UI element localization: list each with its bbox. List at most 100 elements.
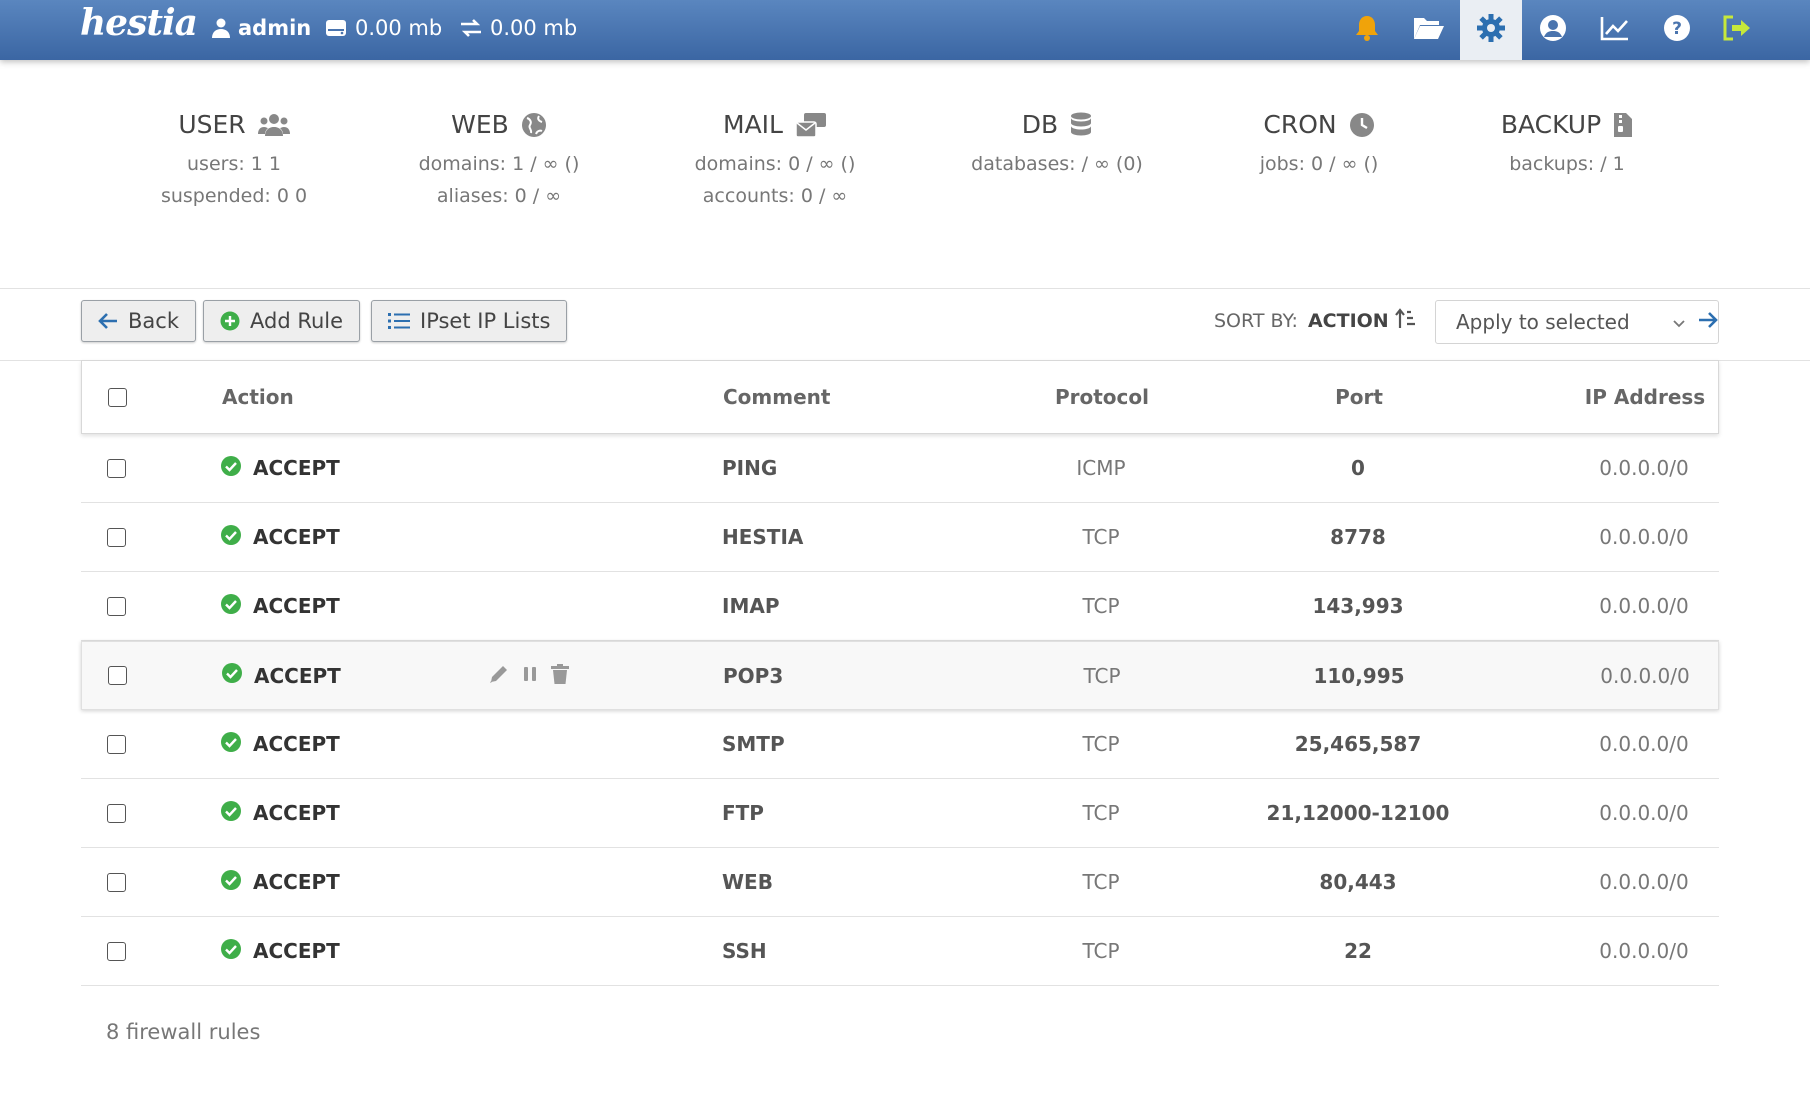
rule-port: 0 [1351,456,1365,480]
row-checkbox[interactable] [107,734,126,754]
rule-comment: SMTP [722,732,785,756]
rule-comment: WEB [722,870,773,894]
stat-web-title: WEB [451,110,509,139]
folder-open-icon [1413,15,1445,45]
rule-port: 143,993 [1312,594,1404,618]
row-checkbox[interactable] [107,941,126,961]
rule-port: 8778 [1330,525,1386,549]
stat-db[interactable]: DB databases: / ∞ (0) [927,110,1187,175]
row-checkbox[interactable] [107,803,126,823]
add-rule-button[interactable]: Add Rule [203,300,361,342]
statistics-button[interactable] [1584,0,1646,60]
svg-text:?: ? [1672,19,1682,39]
rule-ip-address: 0.0.0.0/0 [1599,525,1689,549]
rule-ip-address: 0.0.0.0/0 [1599,801,1689,825]
notifications-button[interactable] [1336,0,1398,60]
gear-icon [1476,13,1506,47]
header-protocol: Protocol [1054,385,1149,409]
stat-user-title: USER [178,110,246,139]
rule-action[interactable]: ACCEPT [253,939,340,963]
sort-by-control[interactable]: SORT BY: ACTION [1214,300,1417,342]
stat-user-suspended: suspended: 0 0 [160,185,308,207]
rule-comment: IMAP [722,594,780,618]
bulk-apply-button[interactable] [1698,310,1718,334]
table-row[interactable]: ACCEPT WEB TCP 80,443 0.0.0.0/0 [81,848,1719,917]
rule-protocol: TCP [1082,870,1120,894]
rule-action[interactable]: ACCEPT [254,664,341,688]
stat-db-databases: databases: / ∞ (0) [971,153,1143,175]
delete-rule-button[interactable] [550,663,570,689]
row-checkbox[interactable] [107,527,126,547]
arrow-left-icon [98,312,118,330]
stat-user[interactable]: USER users: 1 1 suspended: 0 0 [104,110,364,207]
nav-icons: ? [1336,0,1810,60]
table-row[interactable]: ACCEPT SMTP TCP 25,465,587 0.0.0.0/0 [81,710,1719,779]
header-comment: Comment [723,385,831,409]
users-icon [257,112,290,138]
table-row[interactable]: ACCEPT POP3 TCP 110,995 0.0.0.0/0 [81,641,1719,710]
edit-rule-button[interactable] [488,663,510,689]
firewall-rules-table: Action Comment Protocol Port IP Address … [81,360,1719,986]
bell-icon [1354,14,1380,46]
row-checkbox[interactable] [107,872,126,892]
stat-mail-accounts: accounts: 0 / ∞ [702,185,848,207]
toolbar: Back Add Rule IPset IP Lists SORT BY: AC… [0,288,1810,361]
stat-user-users: users: 1 1 [187,153,281,175]
chevron-down-icon [1672,310,1686,334]
bulk-action-select[interactable]: Apply to selected [1435,300,1719,344]
sort-by-label: SORT BY: [1214,310,1298,332]
rule-action[interactable]: ACCEPT [253,594,340,618]
rule-protocol: TCP [1082,525,1120,549]
table-row[interactable]: ACCEPT PING ICMP 0 0.0.0.0/0 [81,434,1719,503]
rule-action[interactable]: ACCEPT [253,870,340,894]
stat-mail-domains: domains: 0 / ∞ () [694,153,856,175]
top-user-name: admin [238,16,312,40]
table-row[interactable]: ACCEPT FTP TCP 21,12000-12100 0.0.0.0/0 [81,779,1719,848]
rule-comment: HESTIA [722,525,804,549]
file-manager-button[interactable] [1398,0,1460,60]
check-circle-icon [221,731,241,757]
rule-action[interactable]: ACCEPT [253,801,340,825]
suspend-rule-button[interactable] [520,664,540,688]
row-actions [488,642,570,709]
user-account-button[interactable] [1522,0,1584,60]
select-all-checkbox[interactable] [108,387,127,407]
stat-cron[interactable]: CRON jobs: 0 / ∞ () [1189,110,1449,175]
rule-action[interactable]: ACCEPT [253,456,340,480]
header-port: Port [1335,385,1383,409]
help-button[interactable]: ? [1646,0,1708,60]
row-checkbox[interactable] [107,596,126,616]
table-row[interactable]: ACCEPT SSH TCP 22 0.0.0.0/0 [81,917,1719,986]
table-row[interactable]: ACCEPT HESTIA TCP 8778 0.0.0.0/0 [81,503,1719,572]
rule-action[interactable]: ACCEPT [253,732,340,756]
stat-web[interactable]: WEB domains: 1 / ∞ () aliases: 0 / ∞ [369,110,629,207]
rule-protocol: ICMP [1076,456,1126,480]
trash-icon [550,663,570,689]
stat-backup[interactable]: BACKUP backups: / 1 [1437,110,1697,175]
server-settings-button[interactable] [1460,0,1522,60]
rule-protocol: TCP [1082,732,1120,756]
back-button-label: Back [128,309,179,333]
top-user[interactable]: admin [212,0,311,56]
database-icon [1070,112,1092,138]
check-circle-icon [221,593,241,619]
top-bandwidth-value: 0.00 mb [490,16,578,40]
hestia-logo[interactable]: hestia [80,2,198,44]
rule-ip-address: 0.0.0.0/0 [1599,939,1689,963]
stat-backup-backups: backups: / 1 [1509,153,1625,175]
top-bandwidth: 0.00 mb [460,0,577,56]
stat-db-title: DB [1021,110,1059,139]
row-checkbox[interactable] [108,666,127,685]
rule-port: 22 [1344,939,1372,963]
table-row[interactable]: ACCEPT IMAP TCP 143,993 0.0.0.0/0 [81,572,1719,641]
ipset-lists-button[interactable]: IPset IP Lists [371,300,568,342]
check-circle-icon [221,455,241,481]
back-button[interactable]: Back [81,300,196,342]
rule-action[interactable]: ACCEPT [253,525,340,549]
logout-button[interactable] [1708,0,1810,60]
stat-mail[interactable]: MAIL domains: 0 / ∞ () accounts: 0 / ∞ [645,110,905,207]
check-circle-icon [221,938,241,964]
rule-ip-address: 0.0.0.0/0 [1599,870,1689,894]
bulk-action-text: Apply to selected [1456,310,1630,334]
row-checkbox[interactable] [107,458,126,478]
